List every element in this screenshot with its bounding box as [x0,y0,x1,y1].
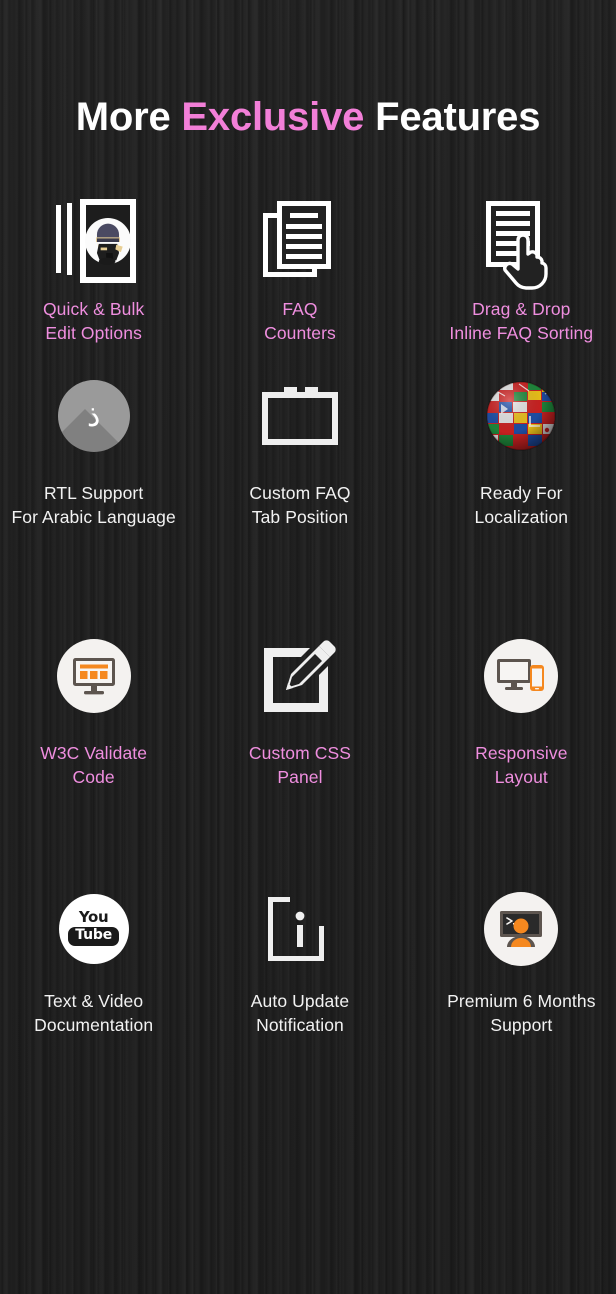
feature-item-rtl-support[interactable]: ذ RTL Support For Arabic Language [0,356,196,616]
feature-label: Drag & Drop Inline FAQ Sorting [449,299,594,343]
support-agent-monitor-icon [484,874,559,984]
tab-position-box-icon [260,356,340,476]
feature-item-premium-support[interactable]: Premium 6 Months Support [419,874,616,1094]
arabic-letter-circle-icon: ذ [57,356,130,476]
feature-item-auto-update[interactable]: Auto Update Notification [197,874,402,1094]
info-bracket-icon [264,874,336,984]
feature-row: You Tube Text & Video Documentation Auto… [0,874,616,1094]
feature-label: Text & Video Documentation [34,991,154,1035]
square-pencil-edit-icon [262,616,338,736]
features-page: More Exclusive Features Quick & Bulk Edi… [0,0,616,1294]
feature-item-drag-drop-sorting[interactable]: Drag & Drop Inline FAQ Sorting [419,196,616,356]
feature-item-localization[interactable]: Ready For Localization [419,356,616,616]
feature-item-responsive-layout[interactable]: Responsive Layout [419,616,616,874]
page-title-accent: Exclusive [181,95,365,139]
feature-row: W3C Validate Code Custom CSS Panel Respo… [0,616,616,874]
youtube-logo-icon: You Tube [58,874,129,984]
document-hand-drag-icon [478,196,564,292]
feature-label: FAQ Counters [264,299,336,343]
feature-item-w3c-validate[interactable]: W3C Validate Code [0,616,196,874]
feature-row: ذ RTL Support For Arabic Language Custom… [0,356,616,616]
page-title-part1: More [75,95,182,139]
feature-label: RTL Support For Arabic Language [11,483,176,527]
flags-globe-icon [483,356,559,476]
feature-item-quick-bulk-edit[interactable]: Quick & Bulk Edit Options [0,196,196,356]
feature-item-faq-counters[interactable]: FAQ Counters [197,196,402,356]
feature-item-custom-css-panel[interactable]: Custom CSS Panel [197,616,402,874]
feature-label: W3C Validate Code [40,743,148,787]
feature-grid: Quick & Bulk Edit Options FAQ Counters D… [0,196,616,1094]
monitor-validate-icon [56,616,131,736]
feature-item-custom-faq-tab[interactable]: Custom FAQ Tab Position [197,356,402,616]
page-title: More Exclusive Features [0,95,616,139]
page-title-part2: Features [364,95,541,139]
feature-row: Quick & Bulk Edit Options FAQ Counters D… [0,196,616,356]
feature-label: Premium 6 Months Support [447,991,596,1035]
feature-label: Quick & Bulk Edit Options [42,299,145,343]
stacked-documents-ninja-icon [48,196,140,292]
feature-item-documentation[interactable]: You Tube Text & Video Documentation [0,874,196,1094]
feature-label: Responsive Layout [475,743,568,787]
feature-label: Auto Update Notification [250,991,350,1035]
feature-label: Custom FAQ Tab Position [249,483,351,527]
monitor-mobile-responsive-icon [484,616,559,736]
feature-label: Custom CSS Panel [248,743,352,787]
stacked-documents-lines-icon [259,196,341,292]
feature-label: Ready For Localization [474,483,569,527]
